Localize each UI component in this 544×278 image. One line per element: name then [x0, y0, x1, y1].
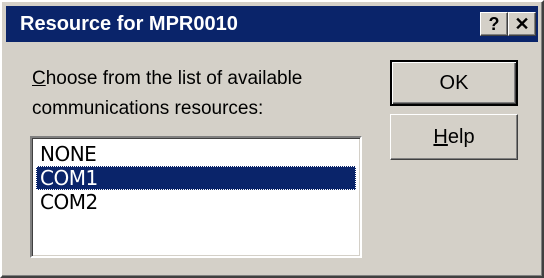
title-bar[interactable]: Resource for MPR0010 ? ✕ [6, 6, 538, 42]
list-item-none[interactable]: NONE [36, 142, 356, 166]
resource-list[interactable]: NONE COM1 COM2 [30, 136, 362, 258]
help-label-rest: elp [447, 125, 475, 148]
instruction-label: Choose from the list of available commun… [32, 64, 352, 124]
list-item-com2[interactable]: COM2 [36, 190, 356, 214]
help-icon[interactable]: ? [480, 12, 508, 36]
instruction-text: hoose from the list of available communi… [32, 68, 303, 119]
resource-dialog: Resource for MPR0010 ? ✕ Choose from the… [0, 0, 544, 278]
list-item-com1[interactable]: COM1 [36, 166, 356, 190]
access-key-c: C [32, 68, 46, 89]
close-icon[interactable]: ✕ [508, 12, 536, 36]
help-access-key: H [433, 125, 448, 148]
help-button[interactable]: Help [390, 114, 518, 160]
window-title: Resource for MPR0010 [20, 13, 238, 35]
ok-button[interactable]: OK [390, 60, 518, 106]
